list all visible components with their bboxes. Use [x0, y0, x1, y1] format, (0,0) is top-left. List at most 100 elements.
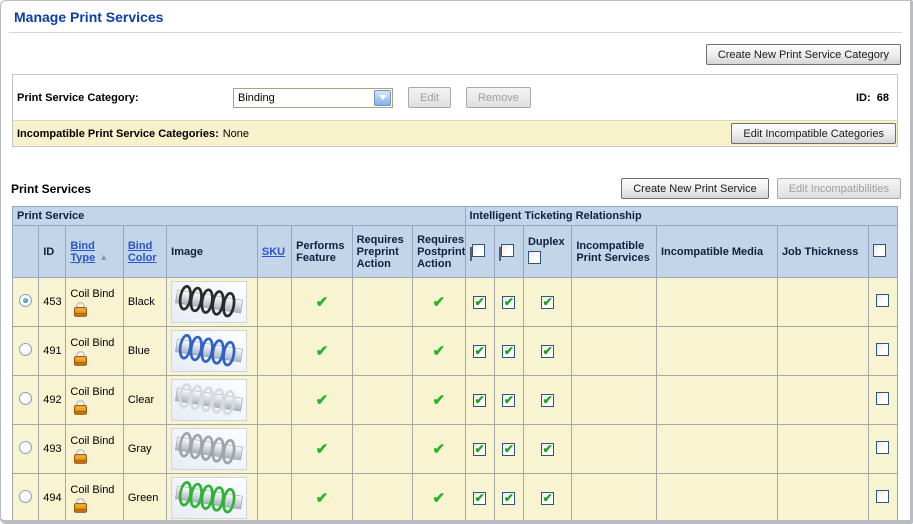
incompatible-categories-label: Incompatible Print Service Categories: — [17, 128, 219, 140]
check-postprint: ✔ — [433, 392, 446, 409]
cb-row[interactable]: ✔ — [876, 343, 889, 356]
row-job-thickness — [777, 327, 868, 376]
sort-ascending-icon: ▲ — [99, 252, 108, 262]
row-performs-feature: ✔ — [292, 376, 352, 425]
row-job-thickness — [777, 474, 868, 524]
select-all-checkbox[interactable] — [873, 244, 886, 257]
cb-duplex[interactable]: ✔ — [541, 345, 554, 358]
bind-type-label: Coil Bind — [70, 386, 114, 398]
create-new-print-service-button[interactable]: Create New Print Service — [621, 178, 769, 199]
duplex-label: Duplex — [528, 236, 567, 248]
cb-color[interactable]: ✔ — [502, 443, 515, 456]
check-postprint: ✔ — [433, 294, 446, 311]
row-radio[interactable] — [19, 441, 32, 454]
row-radio[interactable] — [19, 294, 32, 307]
cb-color[interactable]: ✔ — [502, 492, 515, 505]
row-image-cell — [167, 278, 258, 327]
column-header-job-thickness: Job Thickness — [777, 226, 868, 278]
column-header-requires-postprint: Requires Postprint Action — [413, 226, 465, 278]
row-requires-postprint: ✔ — [413, 376, 465, 425]
row-bind-color: Gray — [123, 425, 166, 474]
row-radio[interactable] — [19, 392, 32, 405]
row-radio[interactable] — [19, 343, 32, 356]
row-performs-feature: ✔ — [292, 425, 352, 474]
row-requires-preprint: ✔ — [352, 278, 412, 327]
sku-sort-link[interactable]: SKU — [262, 246, 285, 258]
cb-bw[interactable]: ✔ — [473, 345, 486, 358]
cb-duplex[interactable]: ✔ — [541, 296, 554, 309]
row-requires-preprint: ✔ — [352, 376, 412, 425]
row-incompatible-media — [657, 278, 778, 327]
row-bind-type: Coil Bind — [66, 474, 123, 524]
column-header-incompatible-media: Incompatible Media — [657, 226, 778, 278]
print-service-row: 453 Coil Bind Black — [13, 278, 898, 327]
cb-color[interactable]: ✔ — [502, 345, 515, 358]
selected-category-value: Binding — [234, 92, 374, 104]
cb-bw[interactable]: ✔ — [473, 394, 486, 407]
row-incompatible-media — [657, 327, 778, 376]
cb-bw[interactable]: ✔ — [473, 443, 486, 456]
row-image-cell — [167, 474, 258, 524]
duplex-column-checkbox[interactable] — [528, 251, 541, 264]
row-id: 453 — [39, 278, 66, 327]
row-radio[interactable] — [19, 490, 32, 503]
row-job-thickness — [777, 278, 868, 327]
row-sku — [257, 327, 291, 376]
row-performs-feature: ✔ — [292, 474, 352, 524]
row-incompatible-print-services — [572, 278, 657, 327]
row-bind-color: Clear — [123, 376, 166, 425]
category-id: ID: 68 — [856, 92, 889, 104]
bind-type-sort-link[interactable]: Bind Type — [70, 240, 95, 264]
cb-duplex[interactable]: ✔ — [541, 492, 554, 505]
cb-row[interactable]: ✔ — [876, 490, 889, 503]
row-id: 492 — [39, 376, 66, 425]
print-service-category-select[interactable]: Binding — [233, 88, 393, 108]
cb-bw[interactable]: ✔ — [473, 492, 486, 505]
cb-bw[interactable]: ✔ — [473, 296, 486, 309]
cb-row[interactable]: ✔ — [876, 441, 889, 454]
category-id-label: ID: — [856, 92, 871, 104]
bind-color-sort-link[interactable]: Bind Color — [128, 240, 157, 264]
check-postprint: ✔ — [433, 490, 446, 507]
cb-row[interactable]: ✔ — [876, 294, 889, 307]
row-incompatible-media — [657, 376, 778, 425]
edit-incompatibilities-button: Edit Incompatibilities — [777, 178, 901, 199]
row-id: 494 — [39, 474, 66, 524]
bind-color-label: Black — [128, 296, 155, 308]
column-header-image: Image — [167, 226, 258, 278]
bind-color-label: Clear — [128, 394, 154, 406]
row-bind-color: Blue — [123, 327, 166, 376]
bw-column-checkbox[interactable] — [472, 244, 485, 257]
column-header-select-all — [868, 226, 897, 278]
row-performs-feature: ✔ — [292, 278, 352, 327]
check-performs: ✔ — [316, 392, 329, 409]
category-panel: Print Service Category: Binding Edit Rem… — [12, 74, 898, 147]
lock-icon — [72, 350, 89, 366]
cb-row[interactable]: ✔ — [876, 392, 889, 405]
column-header-incompatible-print-services: Incompatible Print Services — [572, 226, 657, 278]
row-requires-preprint: ✔ — [352, 474, 412, 524]
row-requires-postprint: ✔ — [413, 327, 465, 376]
edit-incompatible-categories-button[interactable]: Edit Incompatible Categories — [731, 123, 896, 144]
row-id: 491 — [39, 327, 66, 376]
title-divider — [9, 32, 902, 33]
print-service-row: 491 Coil Bind Blue — [13, 327, 898, 376]
color-column-checkbox[interactable] — [501, 244, 514, 257]
create-new-print-service-category-button[interactable]: Create New Print Service Category — [706, 44, 901, 65]
row-bind-type: Coil Bind — [66, 425, 123, 474]
row-bind-color: Green — [123, 474, 166, 524]
column-header-color — [494, 226, 523, 278]
row-requires-preprint: ✔ — [352, 425, 412, 474]
bind-type-label: Coil Bind — [70, 337, 114, 349]
cb-duplex[interactable]: ✔ — [541, 394, 554, 407]
row-incompatible-print-services — [572, 327, 657, 376]
cb-duplex[interactable]: ✔ — [541, 443, 554, 456]
cb-color[interactable]: ✔ — [502, 296, 515, 309]
column-header-id: ID — [39, 226, 66, 278]
row-sku — [257, 278, 291, 327]
chevron-down-icon[interactable] — [374, 90, 391, 106]
print-service-category-label: Print Service Category: — [17, 92, 233, 104]
cb-color[interactable]: ✔ — [502, 394, 515, 407]
column-header-sku: SKU — [257, 226, 291, 278]
check-postprint: ✔ — [433, 343, 446, 360]
